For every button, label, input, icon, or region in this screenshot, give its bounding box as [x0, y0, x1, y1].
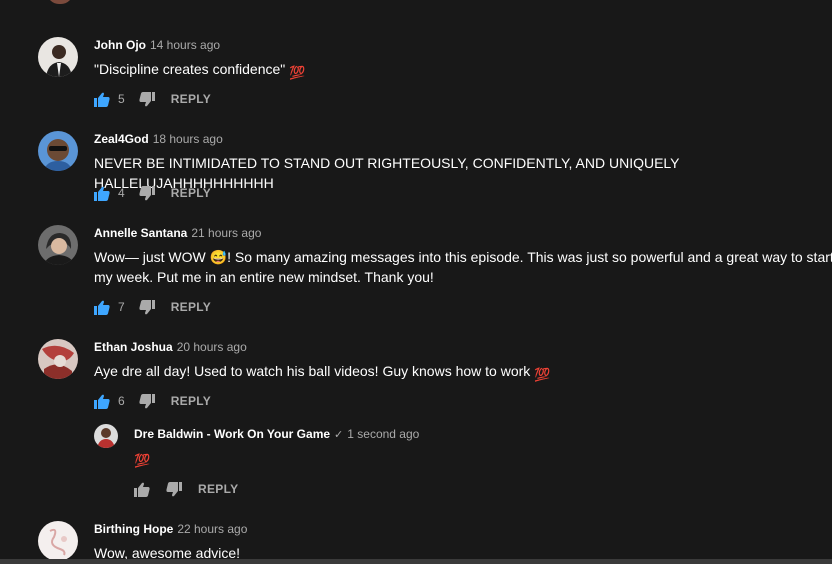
dislike-button[interactable]	[166, 481, 182, 497]
avatar[interactable]	[38, 225, 78, 265]
comment-text-body: Wow— just WOW	[94, 249, 206, 265]
like-button[interactable]	[134, 482, 150, 497]
reply-button[interactable]: REPLY	[171, 300, 211, 314]
dislike-button[interactable]	[139, 393, 155, 409]
thumbs-down-icon	[139, 299, 155, 314]
like-button[interactable]	[94, 394, 110, 409]
comment-author[interactable]: Ethan Joshua	[94, 340, 173, 354]
comment-text-line2: my week. Put me in an entire new mindset…	[94, 269, 434, 285]
comment-time[interactable]: 20 hours ago	[177, 340, 247, 354]
thumbs-down-icon	[139, 91, 155, 106]
comment-text: Aye dre all day! Used to watch his ball …	[94, 361, 550, 385]
comment-time[interactable]: 18 hours ago	[153, 132, 223, 146]
comment-text-body-cont: ! So many amazing messages into this epi…	[227, 249, 832, 265]
horizontal-scrollbar[interactable]	[0, 559, 832, 564]
dislike-button[interactable]	[139, 91, 155, 107]
comment-text: "Discipline creates confidence" 💯	[94, 59, 305, 83]
comment-text: Wow— just WOW 😅! So many amazing message…	[94, 247, 832, 267]
grinning-sweat-icon: 😅	[209, 249, 228, 265]
comment-actions: 4 REPLY	[94, 185, 211, 201]
comment-author[interactable]: John Ojo	[94, 38, 146, 52]
thumbs-up-icon	[94, 92, 110, 107]
comment-actions: REPLY	[134, 481, 238, 497]
thumbs-down-icon	[139, 185, 155, 200]
avatar[interactable]	[94, 424, 118, 448]
comment-author[interactable]: Dre Baldwin - Work On Your Game	[134, 427, 330, 441]
thumbs-down-icon	[139, 393, 155, 408]
dislike-button[interactable]	[139, 299, 155, 315]
comment-time[interactable]: 1 second ago	[347, 427, 419, 441]
like-count: 7	[118, 300, 125, 314]
thumbs-down-icon	[166, 481, 182, 496]
comment-time[interactable]: 22 hours ago	[177, 522, 247, 536]
comment-author[interactable]: Annelle Santana	[94, 226, 187, 240]
avatar[interactable]	[38, 521, 78, 561]
comment-actions: 6 REPLY	[94, 393, 211, 409]
hundred-points-icon: 💯	[289, 65, 306, 80]
comment-author[interactable]: Zeal4God	[94, 132, 149, 146]
comment-time[interactable]: 14 hours ago	[150, 38, 220, 52]
like-button[interactable]	[94, 186, 110, 201]
comment-time[interactable]: 21 hours ago	[191, 226, 261, 240]
verified-check-icon: ✓	[334, 429, 344, 441]
comment-text: 💯	[134, 447, 150, 471]
reply-button[interactable]: REPLY	[198, 482, 238, 496]
avatar[interactable]	[38, 37, 78, 77]
thumbs-up-icon	[94, 300, 110, 315]
thumbs-up-icon	[94, 186, 110, 201]
comment-text-body: Aye dre all day! Used to watch his ball …	[94, 363, 531, 379]
avatar[interactable]	[47, 0, 73, 4]
comment-author[interactable]: Birthing Hope	[94, 522, 173, 536]
thumbs-up-icon	[134, 482, 150, 497]
reply-button[interactable]: REPLY	[171, 186, 211, 200]
like-button[interactable]	[94, 300, 110, 315]
dislike-button[interactable]	[139, 185, 155, 201]
thumbs-up-icon	[94, 394, 110, 409]
like-button[interactable]	[94, 92, 110, 107]
comment-actions: 5 REPLY	[94, 91, 211, 107]
reply-button[interactable]: REPLY	[171, 92, 211, 106]
avatar[interactable]	[38, 131, 78, 171]
hundred-points-icon: 💯	[534, 367, 551, 382]
reply-button[interactable]: REPLY	[171, 394, 211, 408]
comment-actions: 7 REPLY	[94, 299, 211, 315]
like-count: 6	[118, 394, 125, 408]
avatar[interactable]	[38, 339, 78, 379]
like-count: 5	[118, 92, 125, 106]
comment-text-body: "Discipline creates confidence"	[94, 61, 286, 77]
like-count: 4	[118, 186, 125, 200]
hundred-points-icon: 💯	[134, 453, 151, 468]
